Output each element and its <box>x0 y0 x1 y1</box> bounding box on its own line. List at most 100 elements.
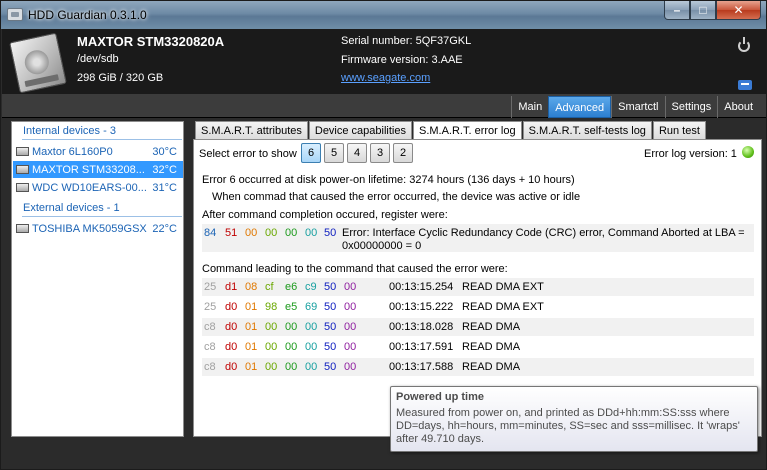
device-path: /dev/sdb <box>77 53 119 65</box>
command-time: 00:13:18.028 <box>389 321 454 333</box>
device-item[interactable]: Maxtor 6L160P0 30°C <box>13 143 183 160</box>
device-name: MAXTOR STM33208... <box>32 163 145 176</box>
error-button-4[interactable]: 4 <box>347 143 367 163</box>
command-register: 50 <box>324 361 337 373</box>
device-name: Maxtor 6L160P0 <box>32 145 113 158</box>
command-time: 00:13:15.222 <box>389 301 454 313</box>
command-name: READ DMA EXT <box>462 281 544 293</box>
tab-smart-error-log[interactable]: S.M.A.R.T. error log <box>412 121 522 141</box>
device-header: MAXTOR STM3320820A /dev/sdb 298 GiB / 32… <box>2 29 766 94</box>
device-temp: 22°C <box>152 222 177 235</box>
device-list: Internal devices - 3 Maxtor 6L160P0 30°C… <box>11 121 184 437</box>
command-register: d0 <box>225 321 238 333</box>
firmware-version: Firmware version: 3.AAE <box>341 54 463 66</box>
command-time: 00:13:17.591 <box>389 341 454 353</box>
command-register: 00 <box>305 321 318 333</box>
command-name: READ DMA <box>462 361 521 373</box>
manufacturer-link[interactable]: www.seagate.com <box>341 72 430 84</box>
divider <box>22 139 182 140</box>
status-ok-icon <box>742 146 754 158</box>
maximize-button[interactable]: □ <box>690 1 716 20</box>
device-state-text: When commad that caused the error occurr… <box>212 191 581 203</box>
error-button-3[interactable]: 3 <box>370 143 390 163</box>
command-register: 00 <box>285 321 298 333</box>
command-register: d1 <box>225 281 238 293</box>
hdd-icon <box>16 224 29 233</box>
main-nav: Main Advanced Smartctl Settings About <box>2 94 766 118</box>
caption-buttons: – □ ✕ <box>664 1 761 20</box>
command-register: d0 <box>225 361 238 373</box>
minimize-button[interactable]: – <box>664 1 690 20</box>
device-size: 298 GiB / 320 GB <box>77 72 164 84</box>
command-register: 50 <box>324 301 337 313</box>
command-register: 00 <box>344 281 357 293</box>
command-register: 08 <box>245 281 258 293</box>
device-name: WDC WD10EARS-00... <box>32 181 147 194</box>
title-bar[interactable]: HDD Guardian 0.3.1.0 – □ ✕ <box>1 1 766 29</box>
command-register: cf <box>265 281 274 293</box>
command-time: 00:13:15.254 <box>389 281 454 293</box>
tab-smart-attributes[interactable]: S.M.A.R.T. attributes <box>195 121 308 140</box>
commands-label: Command leading to the command that caus… <box>202 263 508 275</box>
window-title: HDD Guardian 0.3.1.0 <box>28 8 147 22</box>
app-window: HDD Guardian 0.3.1.0 – □ ✕ MAXTOR STM332… <box>0 0 767 470</box>
tooltip-body: Measured from power on, and printed as D… <box>396 407 740 445</box>
serial-number: Serial number: 5QF37GKL <box>341 35 472 47</box>
command-row: c8 d0 01 00 00 00 50 00 00:13:17.588 READ DMA <box>202 358 754 376</box>
device-item[interactable]: WDC WD10EARS-00... 31°C <box>13 179 183 196</box>
command-register: 00 <box>344 301 357 313</box>
command-register: 50 <box>324 321 337 333</box>
error-button-2[interactable]: 2 <box>393 143 413 163</box>
hdd-icon <box>16 183 29 192</box>
error-button-6[interactable]: 6 <box>301 143 321 163</box>
command-register: 98 <box>265 301 278 313</box>
divider <box>22 216 182 217</box>
register-value: 50 <box>324 227 337 239</box>
command-register: e5 <box>285 301 298 313</box>
external-devices-title: External devices - 1 <box>23 202 120 214</box>
command-register: 69 <box>305 301 318 313</box>
advanced-tabs: S.M.A.R.T. attributes Device capabilitie… <box>195 121 707 141</box>
close-button[interactable]: ✕ <box>716 1 761 20</box>
nav-about[interactable]: About <box>717 96 759 118</box>
device-item-selected[interactable]: MAXTOR STM33208... 32°C <box>13 161 183 178</box>
command-register: 00 <box>305 361 318 373</box>
command-register: 50 <box>324 341 337 353</box>
device-temp: 30°C <box>152 145 177 158</box>
tooltip: Powered up time Measured from power on, … <box>390 386 758 452</box>
register-values-row: 84 51 00 00 00 00 50 Error: Interface Cy… <box>202 224 754 252</box>
register-value: 00 <box>285 227 298 239</box>
command-register: e6 <box>285 281 298 293</box>
nav-smartctl[interactable]: Smartctl <box>611 96 664 118</box>
device-temp: 32°C <box>152 163 177 176</box>
command-register: 00 <box>265 341 278 353</box>
registers-label: After command completion occured, regist… <box>202 209 448 221</box>
internal-devices-title: Internal devices - 3 <box>23 125 116 137</box>
command-register: c8 <box>204 321 216 333</box>
tab-smart-self-tests-log[interactable]: S.M.A.R.T. self-tests log <box>522 121 652 140</box>
select-error-label: Select error to show <box>199 148 297 160</box>
register-description: Error: Interface Cyclic Redundancy Code … <box>342 227 745 252</box>
command-register: 00 <box>265 361 278 373</box>
device-temp: 31°C <box>152 181 177 194</box>
error-button-5[interactable]: 5 <box>324 143 344 163</box>
tooltip-title: Powered up time <box>396 391 485 403</box>
hdd-icon <box>16 147 29 156</box>
tab-device-capabilities[interactable]: Device capabilities <box>308 121 412 140</box>
command-register: 00 <box>285 341 298 353</box>
chat-icon[interactable] <box>738 80 752 90</box>
tab-run-test[interactable]: Run test <box>652 121 706 140</box>
command-name: READ DMA EXT <box>462 301 544 313</box>
nav-advanced[interactable]: Advanced <box>548 96 612 118</box>
command-register: 00 <box>344 341 357 353</box>
command-register: 01 <box>245 341 258 353</box>
power-icon[interactable] <box>738 37 750 52</box>
device-model: MAXTOR STM3320820A <box>77 34 225 49</box>
nav-main[interactable]: Main <box>511 96 548 118</box>
device-item[interactable]: TOSHIBA MK5059GSXP 22°C <box>13 220 183 237</box>
nav-settings[interactable]: Settings <box>664 96 718 118</box>
command-name: READ DMA <box>462 321 521 333</box>
command-register: 00 <box>305 341 318 353</box>
command-register: 25 <box>204 281 217 293</box>
register-value: 51 <box>225 227 238 239</box>
